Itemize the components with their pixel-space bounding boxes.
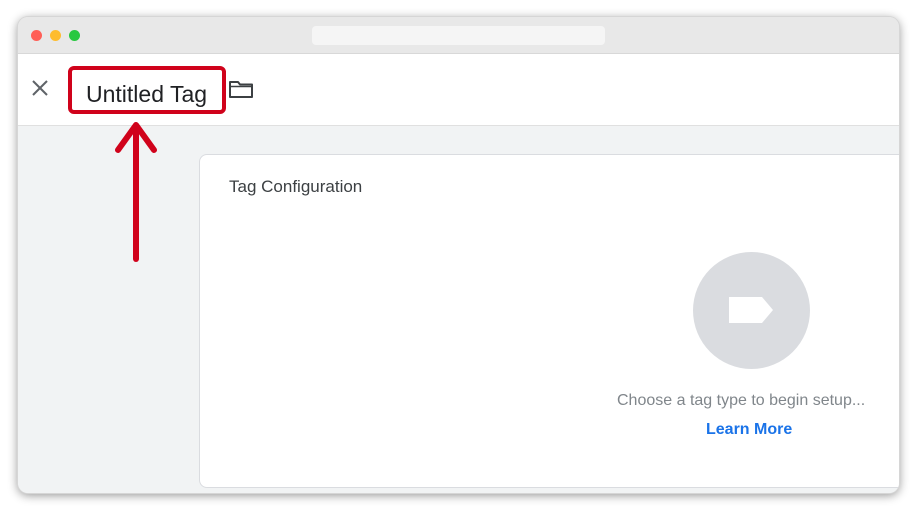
tag-name-title[interactable]: Untitled Tag (68, 66, 226, 114)
choose-tag-type-button[interactable] (693, 252, 810, 369)
tag-editor-header: Untitled Tag (18, 54, 899, 126)
folder-button[interactable] (228, 78, 254, 100)
tag-icon (729, 297, 773, 323)
close-button[interactable] (30, 78, 50, 98)
learn-more-link[interactable]: Learn More (706, 421, 792, 439)
address-bar[interactable] (312, 26, 605, 45)
tag-configuration-card: Tag Configuration Choose a tag type to b… (199, 154, 899, 488)
folder-icon (229, 81, 253, 98)
screenshot-stage: Untitled Tag Tag Configuration Choose a … (0, 0, 917, 510)
main-content: Tag Configuration Choose a tag type to b… (18, 126, 899, 493)
card-title: Tag Configuration (229, 177, 363, 196)
close-icon (32, 80, 48, 96)
window-minimize-dot[interactable] (50, 30, 61, 41)
window-titlebar (18, 17, 899, 54)
browser-window: Untitled Tag Tag Configuration Choose a … (18, 17, 899, 493)
window-close-dot[interactable] (31, 30, 42, 41)
tag-type-hint: Choose a tag type to begin setup... (617, 392, 866, 409)
window-maximize-dot[interactable] (69, 30, 80, 41)
